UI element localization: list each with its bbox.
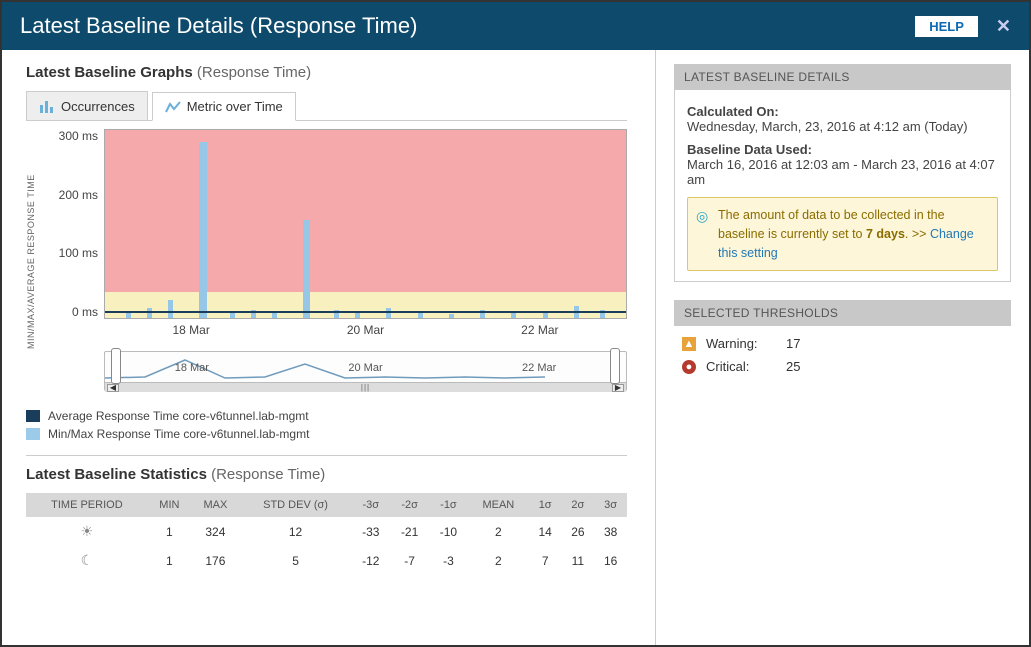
scroll-grip-icon[interactable]: |||	[361, 383, 370, 392]
calculated-on-value: Wednesday, March, 23, 2016 at 4:12 am (T…	[687, 119, 998, 134]
y-axis-ticks: 300 ms 200 ms 100 ms 0 ms	[36, 129, 104, 319]
chart-legend: Average Response Time core-v6tunnel.lab-…	[26, 409, 627, 441]
details-panel: LATEST BASELINE DETAILS Calculated On: W…	[674, 64, 1011, 282]
graphs-section-title: Latest Baseline Graphs (Response Time)	[26, 64, 627, 81]
moon-icon: ☾	[81, 552, 94, 568]
line-chart-icon	[165, 100, 181, 114]
bar-chart-icon	[39, 99, 55, 113]
range-handle-right[interactable]	[610, 348, 620, 384]
tab-occurrences[interactable]: Occurrences	[26, 91, 148, 120]
range-scrollbar[interactable]: ◀ ||| ▶	[105, 382, 626, 392]
table-row: ☀ 1 324 12 -33 -21 -10 2 14 26 38	[26, 517, 627, 546]
threshold-warning-row: ▲ Warning: 17	[674, 332, 1011, 355]
average-line	[105, 311, 626, 313]
dialog-title: Latest Baseline Details (Response Time)	[20, 13, 417, 39]
dialog-header: Latest Baseline Details (Response Time) …	[2, 2, 1029, 50]
tab-metric-over-time[interactable]: Metric over Time	[152, 92, 296, 121]
baseline-data-label: Baseline Data Used:	[687, 142, 998, 157]
threshold-critical-row: ● Critical: 25	[674, 355, 1011, 378]
stats-section-title: Latest Baseline Statistics (Response Tim…	[26, 466, 627, 483]
tab-label: Occurrences	[61, 99, 135, 114]
help-button[interactable]: HELP	[915, 16, 978, 37]
scroll-right-icon[interactable]: ▶	[612, 384, 624, 392]
calculated-on-label: Calculated On:	[687, 104, 998, 119]
stats-table: TIME PERIOD MIN MAX STD DEV (σ) -3σ -2σ …	[26, 493, 627, 575]
warning-band	[105, 292, 626, 318]
range-sparkline: 18 Mar 20 Mar 22 Mar	[105, 352, 626, 382]
thresholds-panel-header: SELECTED THRESHOLDS	[674, 300, 1011, 326]
legend-swatch-minmax	[26, 428, 40, 440]
range-handle-left[interactable]	[111, 348, 121, 384]
baseline-data-value: March 16, 2016 at 12:03 am - March 23, 2…	[687, 157, 998, 187]
chart-plot-area[interactable]	[104, 129, 627, 319]
details-panel-header: LATEST BASELINE DETAILS	[674, 64, 1011, 90]
time-range-slider[interactable]: 18 Mar 20 Mar 22 Mar ◀ ||| ▶	[104, 351, 627, 391]
close-icon[interactable]: ✕	[996, 16, 1011, 37]
y-axis-label: MIN/MAX/AVERAGE RESPONSE TIME	[26, 129, 36, 395]
sun-icon: ☀	[81, 523, 94, 539]
legend-label-minmax: Min/Max Response Time core-v6tunnel.lab-…	[48, 427, 309, 441]
info-callout: ◎ The amount of data to be collected in …	[687, 197, 998, 271]
warning-icon: ▲	[682, 337, 696, 351]
tab-label: Metric over Time	[187, 99, 283, 114]
scroll-left-icon[interactable]: ◀	[107, 384, 119, 392]
x-axis-ticks: 18 Mar 20 Mar 22 Mar	[104, 319, 627, 337]
legend-label-avg: Average Response Time core-v6tunnel.lab-…	[48, 409, 309, 423]
table-row: ☾ 1 176 5 -12 -7 -3 2 7 11 16	[26, 546, 627, 575]
chart-tabs: Occurrences Metric over Time	[26, 91, 627, 121]
lightbulb-icon: ◎	[696, 206, 708, 227]
thresholds-panel: SELECTED THRESHOLDS ▲ Warning: 17 ● Crit…	[674, 300, 1011, 384]
critical-icon: ●	[682, 360, 696, 374]
legend-swatch-avg	[26, 410, 40, 422]
